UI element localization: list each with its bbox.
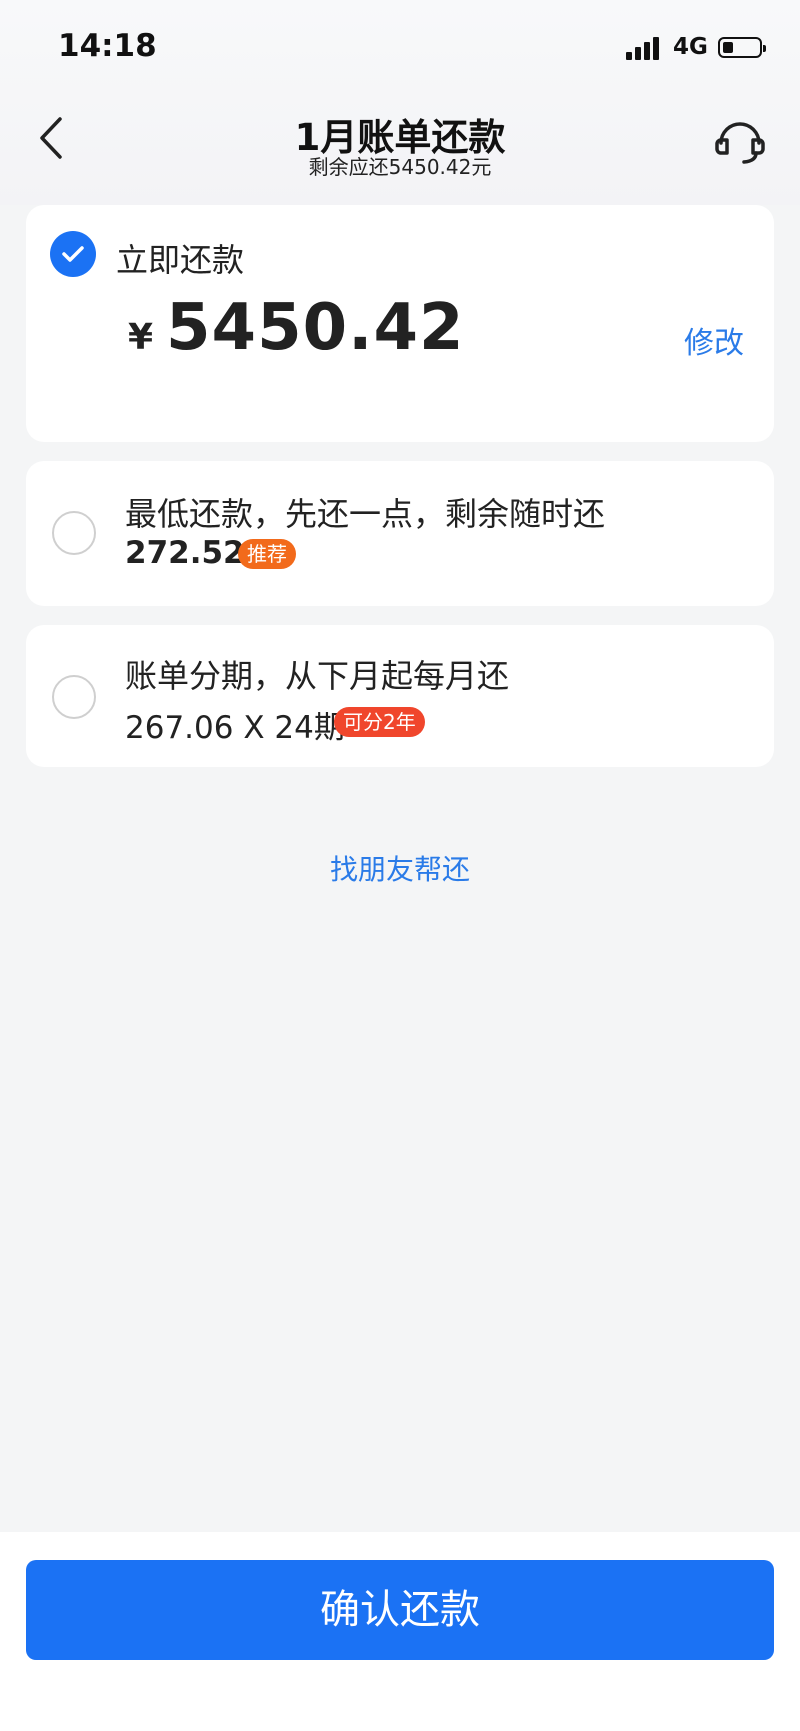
customer-service-button[interactable] [712,113,768,169]
option-label: 最低还款，先还一点，剩余随时还 [125,495,606,533]
installment-badge: 可分2年 [334,707,425,737]
network-type: 4G [673,34,708,60]
checkmark-icon [62,246,84,262]
installment-amount: 267.06 X 24期 [125,710,345,746]
signal-icon [626,36,666,60]
status-bar: 14:18 4G [0,0,800,95]
option-installment-card[interactable]: 账单分期，从下月起每月还 267.06 X 24期 可分2年 [26,625,774,767]
confirm-repay-button[interactable]: 确认还款 [26,1560,774,1660]
option-minimum-card[interactable]: 最低还款，先还一点，剩余随时还 272.52 推荐 [26,461,774,606]
option-immediate-card[interactable]: 立即还款 ¥ 5450.42 修改 [26,205,774,442]
status-time: 14:18 [58,28,157,64]
repay-amount: 5450.42 [166,291,465,365]
friend-help-link[interactable]: 找朋友帮还 [0,848,800,888]
battery-icon [718,37,766,58]
option-label: 账单分期，从下月起每月还 [125,657,510,695]
selected-check[interactable] [50,231,96,277]
bottom-bar: 确认还款 [0,1532,800,1731]
modify-amount-link[interactable]: 修改 [684,318,744,362]
option-label: 立即还款 [116,241,245,279]
radio-button[interactable] [52,511,96,555]
page-subtitle: 剩余应还5450.42元 [308,155,492,179]
currency-symbol: ¥ [128,317,154,358]
minimum-amount: 272.52 [125,535,245,571]
nav-bar: 1月账单还款 剩余应还5450.42元 [0,95,800,190]
radio-button[interactable] [52,675,96,719]
headset-icon [715,122,765,164]
recommend-badge: 推荐 [238,539,296,569]
